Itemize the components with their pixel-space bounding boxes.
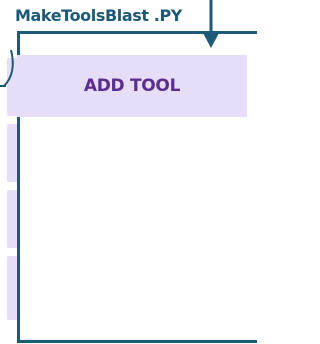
diagram-canvas: MakeToolsBlast .PY ADD TOOL xyxy=(0,0,257,344)
side-tab xyxy=(7,124,17,182)
side-tab xyxy=(7,190,17,248)
add-tool-button[interactable]: ADD TOOL xyxy=(17,55,247,117)
script-title: MakeToolsBlast .PY xyxy=(15,6,182,25)
add-tool-label: ADD TOOL xyxy=(83,76,181,96)
side-tab xyxy=(7,58,17,116)
side-tab xyxy=(7,256,17,320)
